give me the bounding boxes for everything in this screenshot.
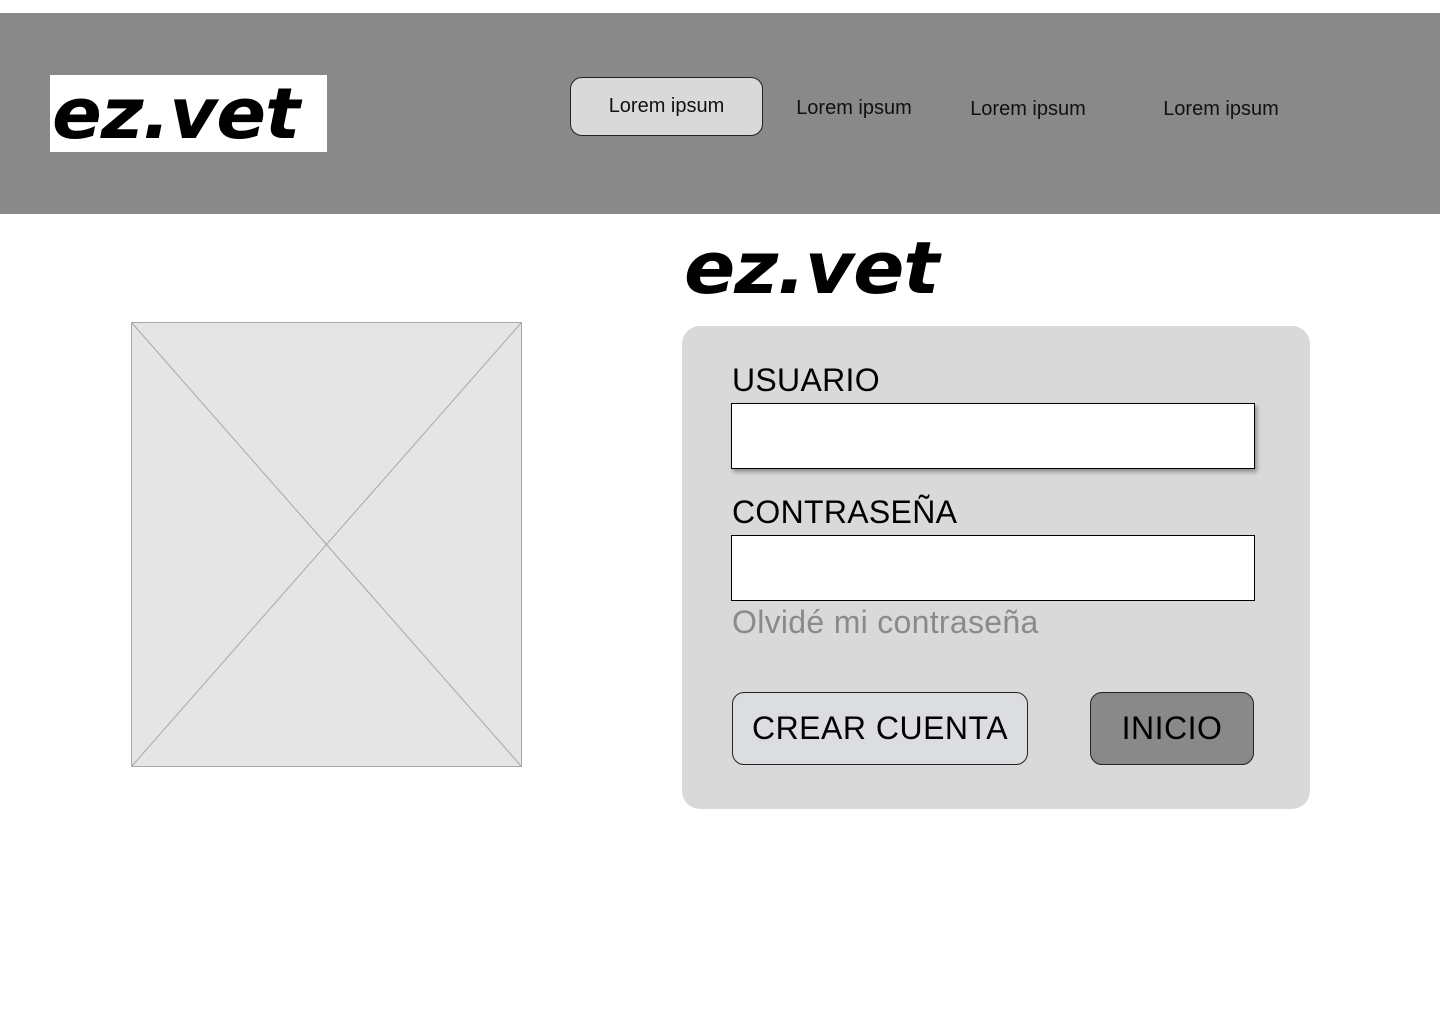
- top-navigation-bar: ez.vet Lorem ipsum Lorem ipsum Lorem ips…: [0, 13, 1440, 214]
- image-placeholder: [131, 322, 522, 767]
- login-form-card: USUARIO CONTRASEÑA Olvidé mi contraseña …: [682, 326, 1310, 809]
- login-button[interactable]: INICIO: [1090, 692, 1254, 765]
- password-input[interactable]: [731, 535, 1255, 601]
- main-logo-text: ez.vet: [684, 226, 939, 310]
- nav-item-1-label: Lorem ipsum: [608, 95, 725, 117]
- image-placeholder-icon: [131, 322, 522, 767]
- nav-item-4[interactable]: Lorem ipsum: [1149, 94, 1293, 124]
- header-logo[interactable]: ez.vet: [50, 75, 327, 152]
- main-logo: ez.vet: [684, 228, 954, 308]
- password-label: CONTRASEÑA: [732, 494, 958, 530]
- nav-item-1[interactable]: Lorem ipsum: [570, 77, 763, 136]
- forgot-password-link[interactable]: Olvidé mi contraseña: [732, 604, 1039, 641]
- header-logo-text: ez.vet: [52, 72, 300, 155]
- nav-item-2[interactable]: Lorem ipsum: [782, 93, 926, 123]
- nav-item-3-label: Lorem ipsum: [970, 97, 1086, 120]
- nav-item-2-label: Lorem ipsum: [796, 96, 912, 119]
- username-label: USUARIO: [732, 362, 880, 398]
- nav-item-3[interactable]: Lorem ipsum: [956, 94, 1100, 124]
- username-input[interactable]: [731, 403, 1255, 469]
- nav-item-4-label: Lorem ipsum: [1163, 97, 1279, 120]
- create-account-button[interactable]: CREAR CUENTA: [732, 692, 1028, 765]
